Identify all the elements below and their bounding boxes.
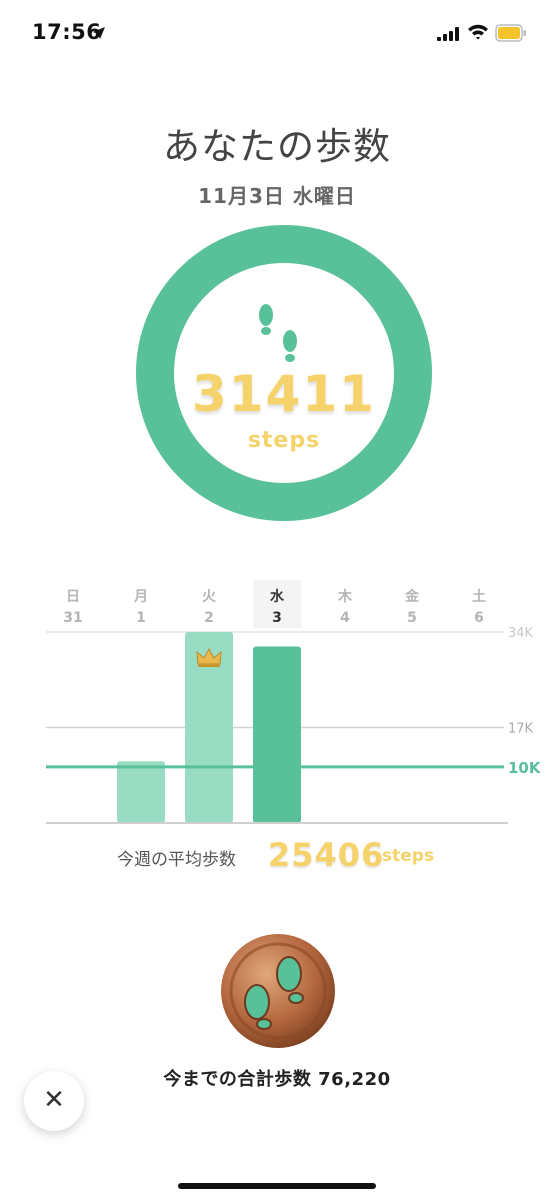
day-header-6[interactable]: 土6 — [455, 580, 503, 628]
day-of-month-label: 4 — [340, 610, 350, 626]
day-of-week-label: 水 — [270, 589, 284, 605]
average-unit: steps — [382, 846, 435, 866]
date-label: 11月3日 水曜日 — [198, 184, 356, 208]
day-of-week-label: 土 — [472, 589, 486, 605]
day-of-month-label: 2 — [204, 610, 214, 626]
location-arrow-icon — [93, 27, 105, 39]
home-indicator — [178, 1183, 376, 1189]
page-title: あなたの歩数 — [163, 125, 391, 168]
day-of-month-label: 3 — [272, 610, 282, 626]
day-header-2[interactable]: 火2 — [185, 580, 233, 628]
day-header-5[interactable]: 金5 — [388, 580, 436, 628]
daily-steps-ring: 31411 steps — [136, 225, 432, 521]
day-header-3[interactable]: 水3 — [253, 580, 301, 628]
gridline-label-34k: 34K — [508, 626, 534, 641]
day-of-month-label: 6 — [474, 610, 484, 626]
day-of-week-label: 金 — [405, 589, 419, 605]
battery-icon — [495, 24, 526, 42]
day-of-month-label: 31 — [63, 610, 83, 626]
bronze-medal-icon — [221, 934, 335, 1048]
average-value: 25406 — [268, 836, 385, 874]
day-of-week-label: 木 — [338, 589, 352, 605]
today-steps-unit: steps — [247, 428, 321, 453]
status-time: 17:56 — [32, 20, 102, 44]
day-header-31[interactable]: 日 31 — [49, 580, 97, 628]
bar-day-3[interactable] — [253, 646, 301, 823]
day-header-1[interactable]: 月1 — [117, 580, 165, 628]
close-icon: ✕ — [43, 1085, 65, 1115]
wifi-icon — [468, 24, 488, 40]
close-button[interactable]: ✕ — [24, 1071, 84, 1131]
total-steps-label: 今までの合計歩数 — [163, 1069, 312, 1090]
day-of-week-label: 日 — [66, 589, 80, 605]
day-of-week-label: 火 — [202, 589, 216, 605]
weekly-average-row: 今週の平均歩数 25406 steps — [0, 830, 554, 874]
gridline-label-17k: 17K — [508, 722, 534, 737]
status-bar: 17:56 — [0, 0, 554, 70]
average-label: 今週の平均歩数 — [117, 850, 236, 870]
day-of-month-label: 1 — [136, 610, 146, 626]
footprints-icon — [259, 304, 297, 362]
bar-day-1[interactable] — [117, 761, 165, 823]
goal-label: 10K — [508, 759, 542, 777]
day-of-week-label: 月 — [134, 589, 148, 605]
signal-icon — [437, 27, 459, 41]
today-steps-value: 31411 — [192, 365, 376, 423]
day-header-4[interactable]: 木4 — [321, 580, 369, 628]
total-steps-value: 76,220 — [318, 1069, 391, 1090]
day-of-month-label: 5 — [407, 610, 417, 626]
